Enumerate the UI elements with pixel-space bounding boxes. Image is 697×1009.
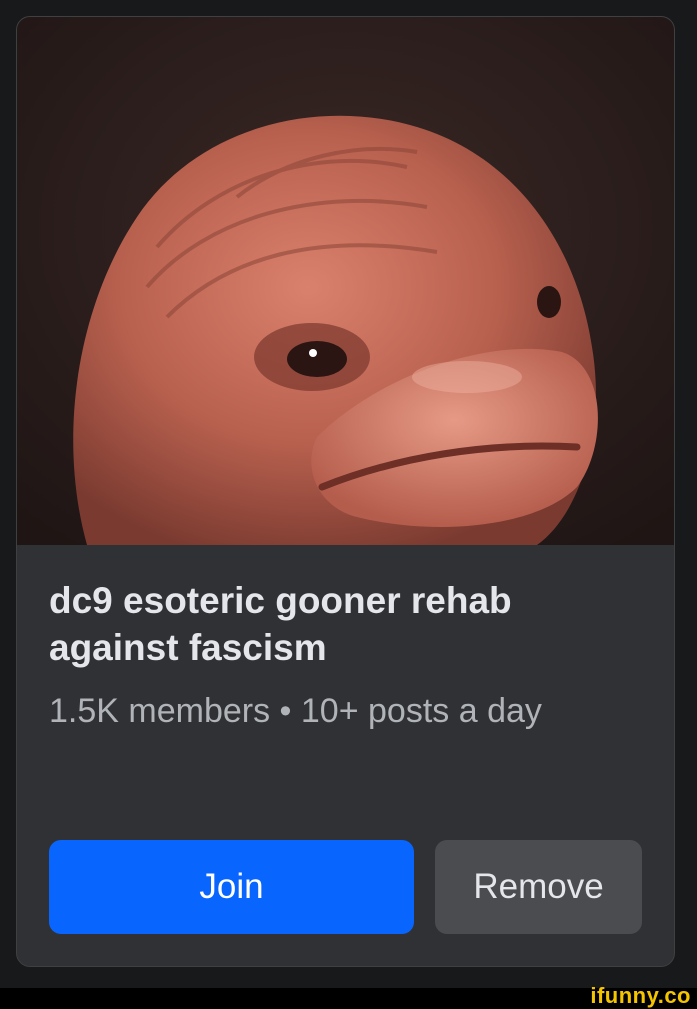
group-title[interactable]: dc9 esoteric gooner rehab against fascis… (49, 577, 649, 671)
footer-bar: ifunny.co (0, 983, 697, 1009)
group-cover-image[interactable] (17, 17, 674, 545)
group-suggestion-card[interactable]: dc9 esoteric gooner rehab against fascis… (16, 16, 675, 967)
watermark-logo: ifunny.co (590, 983, 691, 1008)
join-button[interactable]: Join (49, 840, 414, 934)
group-stats: 1.5K members • 10+ posts a day (49, 692, 542, 730)
remove-button[interactable]: Remove (435, 840, 642, 934)
